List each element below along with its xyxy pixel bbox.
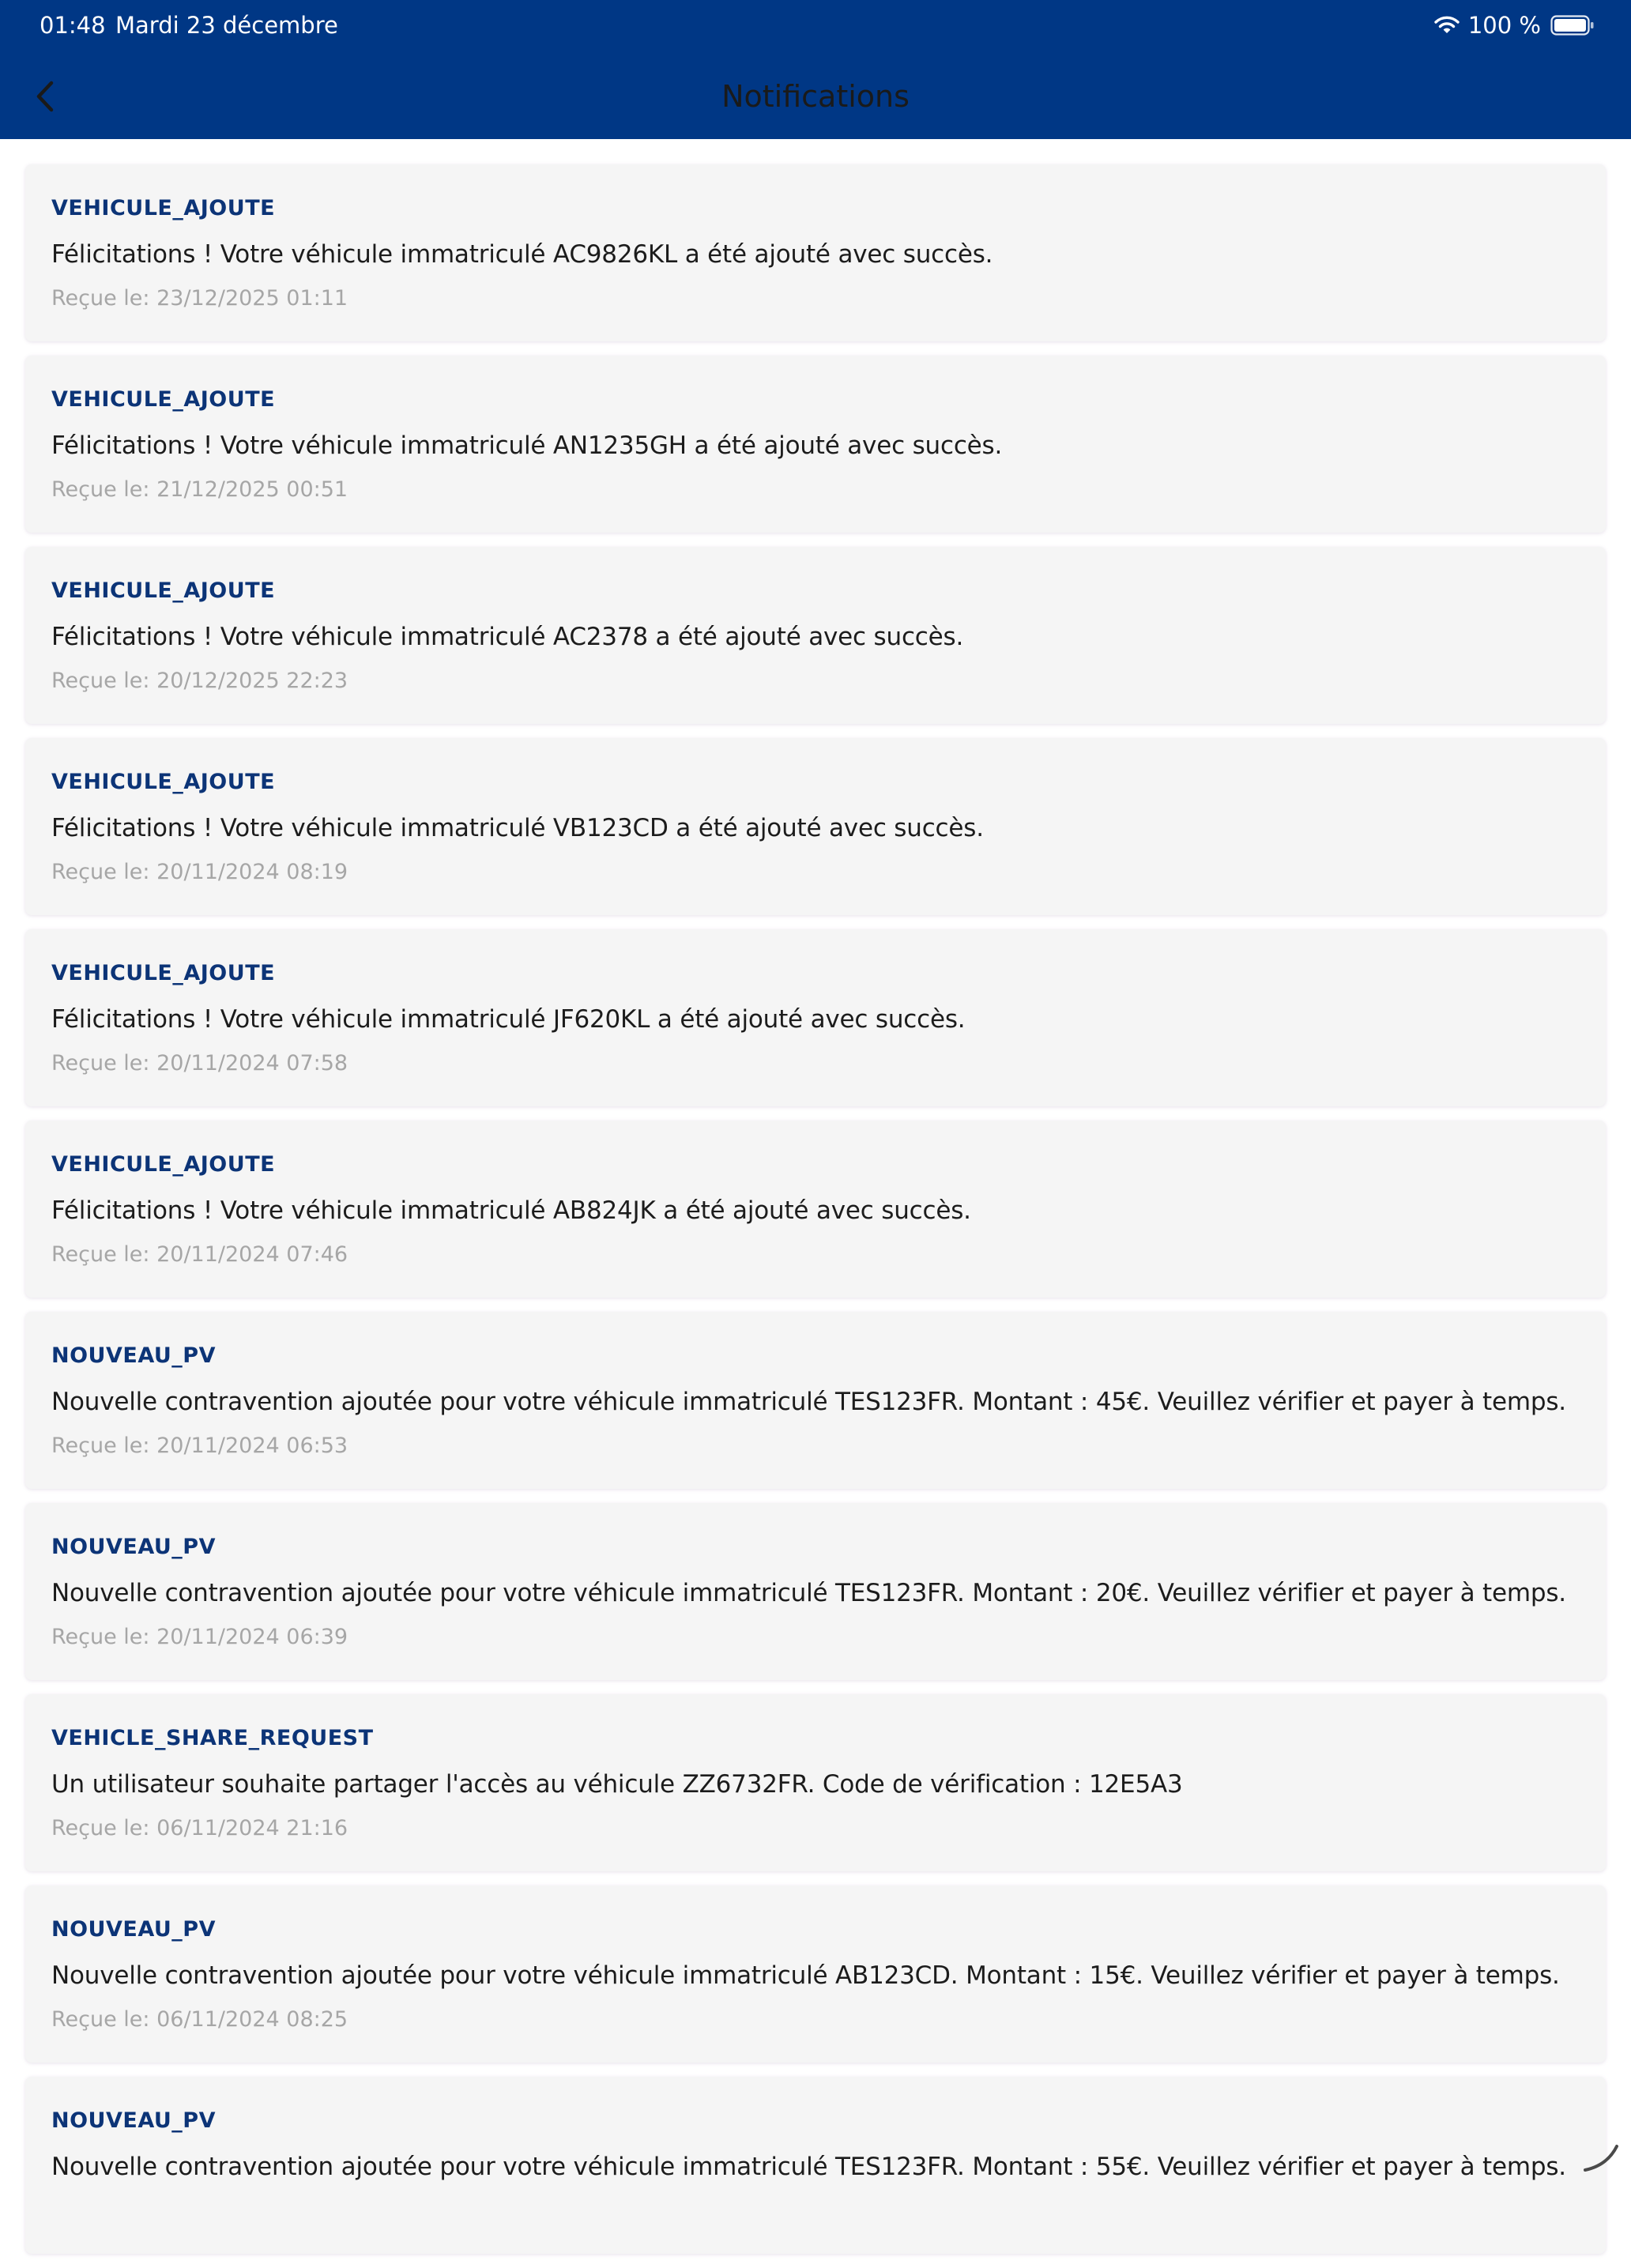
status-time: 01:48: [40, 12, 106, 39]
notification-card[interactable]: VEHICULE_AJOUTE Félicitations ! Votre vé…: [25, 738, 1606, 915]
notification-type: VEHICULE_AJOUTE: [51, 578, 276, 603]
notification-type: VEHICULE_AJOUTE: [51, 961, 276, 985]
notification-card[interactable]: VEHICULE_AJOUTE Félicitations ! Votre vé…: [25, 1121, 1606, 1298]
notification-date: Reçue le: 21/12/2025 00:51: [51, 477, 348, 502]
status-indicators: 100 %: [1433, 11, 1595, 40]
notification-date: Reçue le: 23/12/2025 01:11: [51, 286, 348, 311]
notification-message: Nouvelle contravention ajoutée pour votr…: [51, 1579, 1566, 1607]
notification-date: Reçue le: 20/11/2024 07:46: [51, 1242, 348, 1267]
notification-date: Reçue le: 20/12/2025 22:23: [51, 669, 348, 693]
notification-message: Nouvelle contravention ajoutée pour votr…: [51, 1961, 1560, 1990]
notification-card[interactable]: NOUVEAU_PV Nouvelle contravention ajouté…: [25, 1886, 1606, 2063]
notification-message: Félicitations ! Votre véhicule immatricu…: [51, 1005, 966, 1034]
notification-card[interactable]: VEHICULE_AJOUTE Félicitations ! Votre vé…: [25, 356, 1606, 533]
notification-message: Félicitations ! Votre véhicule immatricu…: [51, 1196, 971, 1225]
notification-date: Reçue le: 20/11/2024 06:39: [51, 1625, 348, 1649]
notification-card[interactable]: VEHICULE_AJOUTE Félicitations ! Votre vé…: [25, 547, 1606, 724]
notification-type: VEHICULE_AJOUTE: [51, 196, 276, 220]
page-title: Notifications: [721, 79, 910, 114]
notification-message: Nouvelle contravention ajoutée pour votr…: [51, 2153, 1566, 2181]
notification-message: Félicitations ! Votre véhicule immatricu…: [51, 240, 993, 269]
notification-card[interactable]: NOUVEAU_PV Nouvelle contravention ajouté…: [25, 2077, 1606, 2254]
notification-date: Reçue le: 20/11/2024 06:53: [51, 1434, 348, 1458]
notification-card[interactable]: VEHICLE_SHARE_REQUEST Un utilisateur sou…: [25, 1694, 1606, 1871]
notification-card[interactable]: VEHICULE_AJOUTE Félicitations ! Votre vé…: [25, 164, 1606, 341]
notification-type: VEHICULE_AJOUTE: [51, 770, 276, 794]
wifi-icon: [1434, 16, 1460, 33]
notification-type: NOUVEAU_PV: [51, 1343, 216, 1368]
notification-type: NOUVEAU_PV: [51, 2108, 216, 2133]
notification-type: VEHICULE_AJOUTE: [51, 387, 276, 412]
notification-message: Félicitations ! Votre véhicule immatricu…: [51, 814, 984, 842]
notification-card[interactable]: NOUVEAU_PV Nouvelle contravention ajouté…: [25, 1503, 1606, 1680]
notification-date: Reçue le: 06/11/2024 08:25: [51, 2007, 348, 2032]
app-header: 01:48 Mardi 23 décembre 100 % Notificati…: [0, 0, 1631, 139]
notification-date: Reçue le: 20/11/2024 07:58: [51, 1051, 348, 1076]
notification-type: VEHICULE_AJOUTE: [51, 1152, 276, 1177]
notification-list[interactable]: VEHICULE_AJOUTE Félicitations ! Votre vé…: [25, 164, 1606, 2268]
notification-message: Félicitations ! Votre véhicule immatricu…: [51, 623, 964, 651]
notification-type: NOUVEAU_PV: [51, 1917, 216, 1942]
notification-card[interactable]: NOUVEAU_PV Nouvelle contravention ajouté…: [25, 1312, 1606, 1489]
status-date: Mardi 23 décembre: [115, 12, 338, 39]
notification-card[interactable]: VEHICULE_AJOUTE Félicitations ! Votre vé…: [25, 929, 1606, 1106]
notification-message: Un utilisateur souhaite partager l'accès…: [51, 1770, 1183, 1799]
notification-date: Reçue le: 06/11/2024 21:16: [51, 1816, 348, 1840]
notification-date: Reçue le: 20/11/2024 08:19: [51, 860, 348, 884]
battery-icon: [1550, 15, 1594, 36]
notification-type: NOUVEAU_PV: [51, 1535, 216, 1559]
notification-message: Félicitations ! Votre véhicule immatricu…: [51, 431, 1003, 460]
notification-type: VEHICLE_SHARE_REQUEST: [51, 1726, 374, 1750]
scroll-corner-indicator: [1584, 2145, 1618, 2172]
notification-message: Nouvelle contravention ajoutée pour votr…: [51, 1388, 1566, 1416]
battery-percentage: 100 %: [1467, 12, 1541, 39]
